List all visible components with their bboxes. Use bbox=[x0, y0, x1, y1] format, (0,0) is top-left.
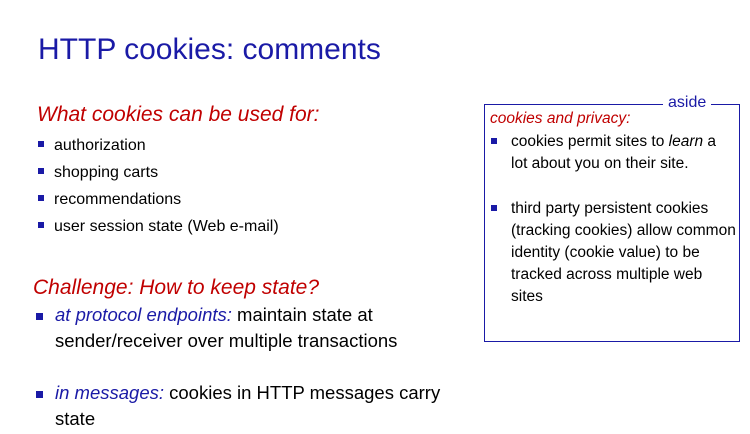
item-text: cookies permit sites to bbox=[511, 133, 669, 150]
bullet-icon bbox=[38, 167, 44, 174]
list-item: authorization bbox=[38, 137, 146, 155]
item-lead: in messages: bbox=[55, 382, 164, 403]
item-text: user session state (Web e-mail) bbox=[54, 218, 279, 235]
bullet-icon bbox=[491, 205, 497, 211]
bullet-icon bbox=[36, 391, 43, 398]
item-text: third party persistent cookies (tracking… bbox=[511, 200, 736, 305]
aside-heading: cookies and privacy: bbox=[490, 110, 631, 127]
list-item: cookies permit sites to learn a lot abou… bbox=[491, 131, 736, 175]
challenge-heading: Challenge: How to keep state? bbox=[33, 276, 320, 299]
item-text: authorization bbox=[54, 137, 146, 154]
list-item: shopping carts bbox=[38, 164, 158, 182]
list-item: recommendations bbox=[38, 191, 181, 209]
uses-heading: What cookies can be used for: bbox=[37, 103, 320, 126]
list-item: at protocol endpoints: maintain state at… bbox=[36, 302, 456, 354]
item-emphasis: learn bbox=[668, 133, 704, 150]
list-item: third party persistent cookies (tracking… bbox=[491, 198, 736, 308]
item-lead: at protocol endpoints: bbox=[55, 304, 232, 325]
list-item: in messages: cookies in HTTP messages ca… bbox=[36, 380, 456, 432]
slide-title: HTTP cookies: comments bbox=[38, 33, 381, 66]
item-text: recommendations bbox=[54, 191, 182, 208]
bullet-icon bbox=[38, 221, 44, 228]
item-text: shopping carts bbox=[54, 164, 159, 181]
list-item: user session state (Web e-mail) bbox=[38, 218, 279, 236]
bullet-icon bbox=[36, 313, 43, 320]
bullet-icon bbox=[38, 194, 44, 201]
bullet-icon bbox=[38, 140, 44, 147]
aside-label: aside bbox=[663, 94, 712, 112]
bullet-icon bbox=[491, 138, 497, 144]
